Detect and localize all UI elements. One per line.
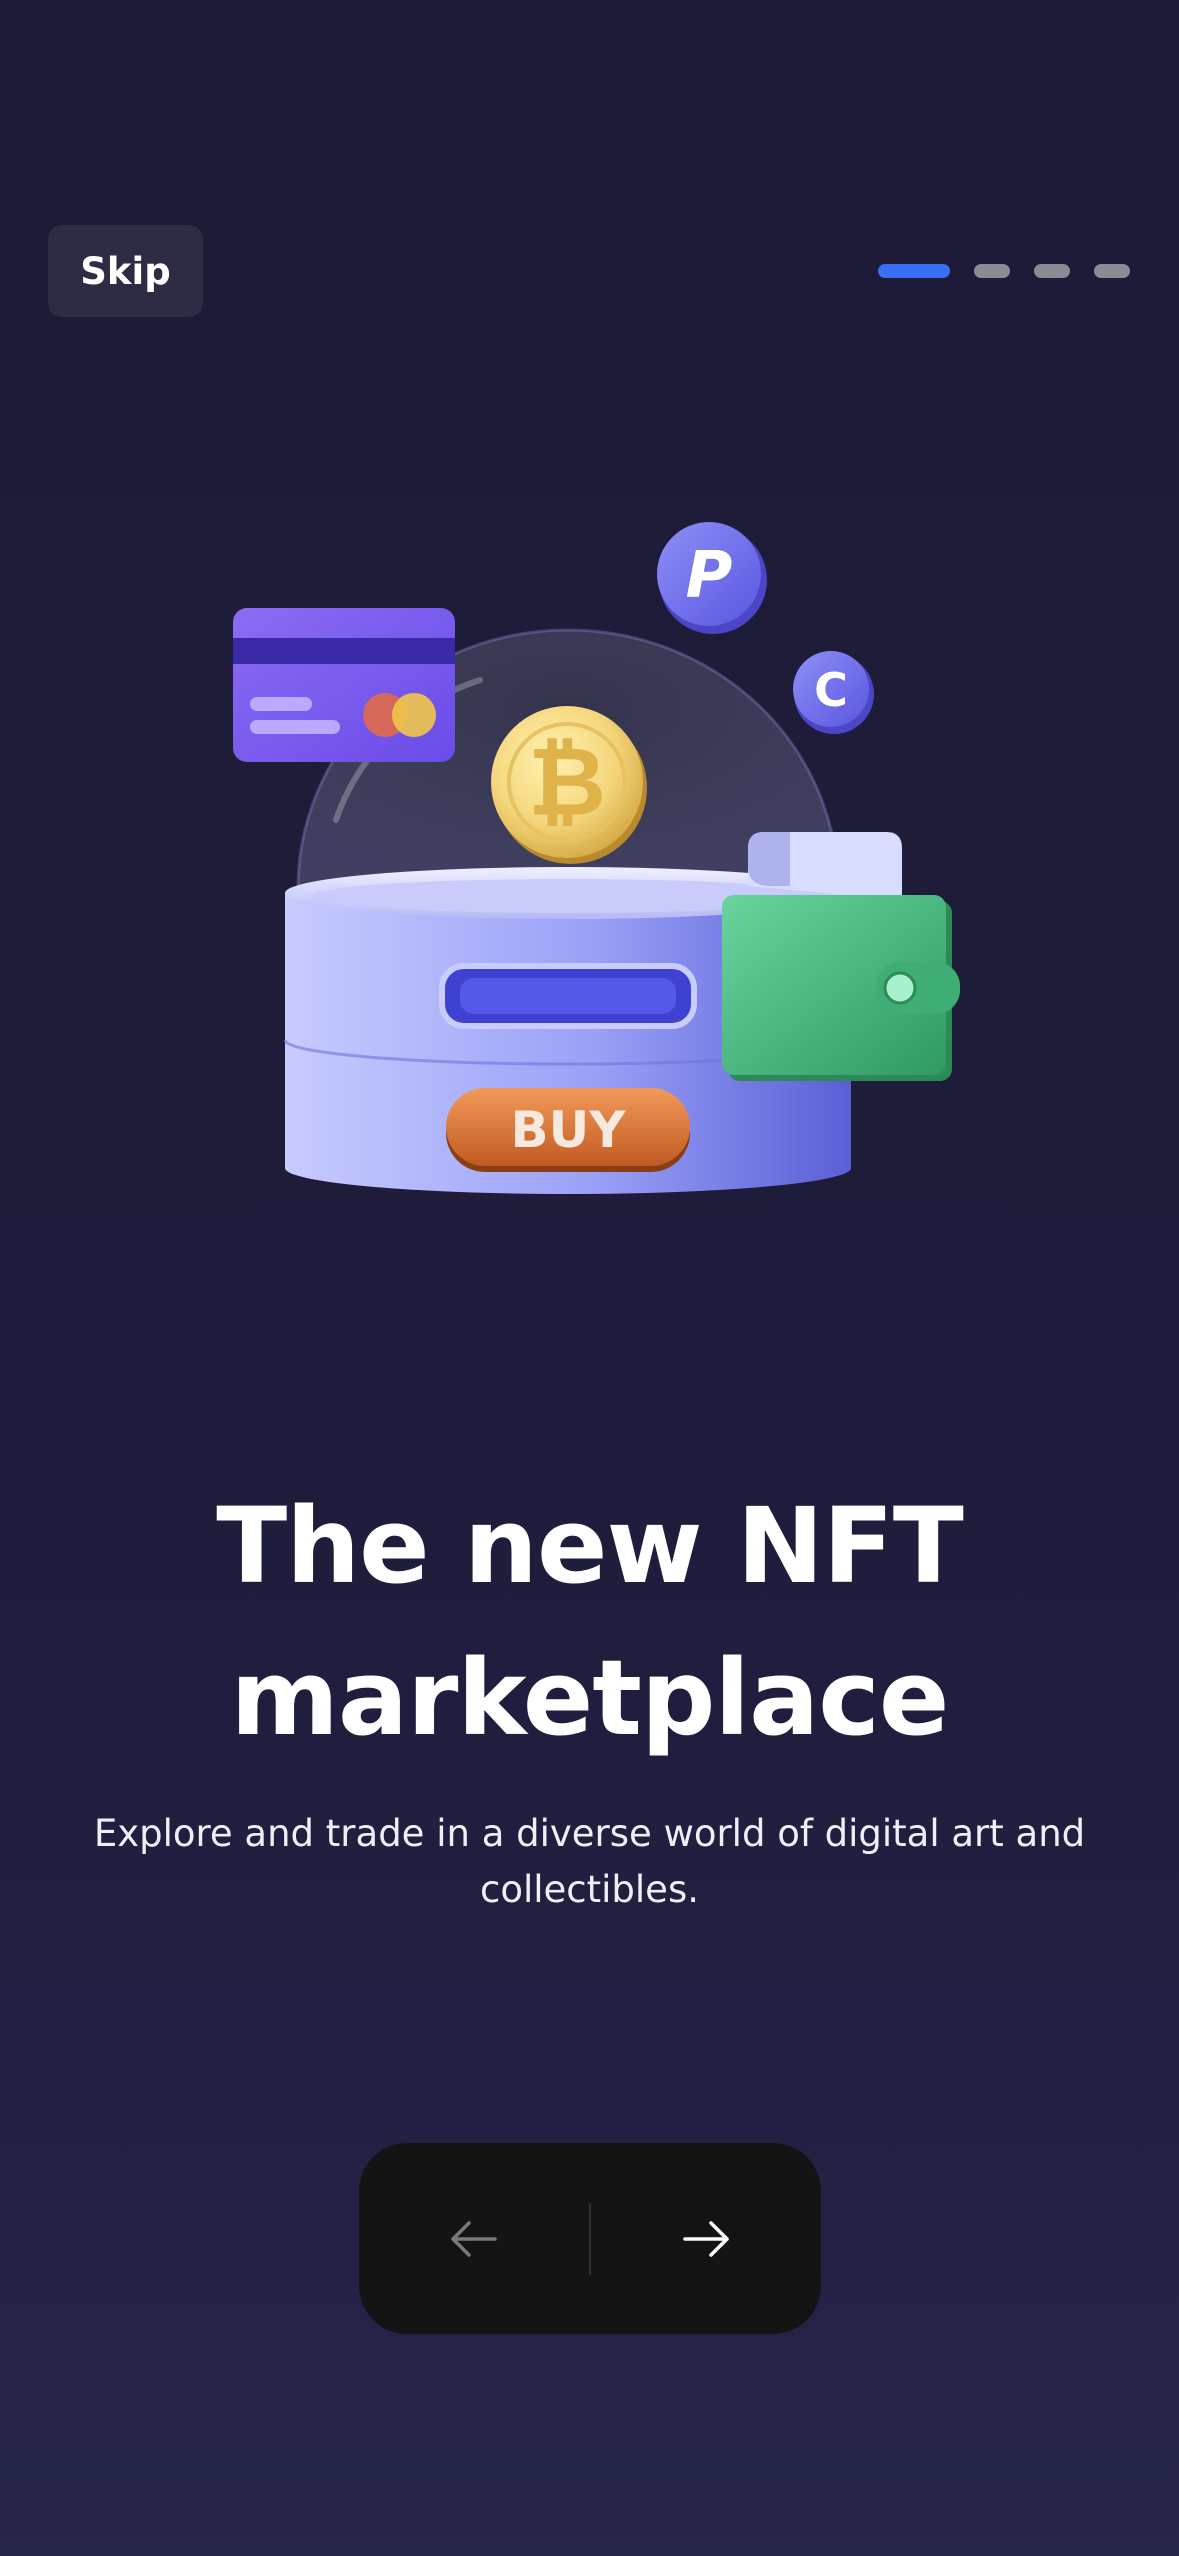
- pagination-dot-active: [878, 264, 950, 278]
- arrow-left-icon: [451, 2220, 497, 2257]
- arrow-right-icon: [683, 2220, 729, 2257]
- skip-button[interactable]: Skip: [48, 225, 203, 317]
- paypal-coin-icon: P: [657, 522, 767, 634]
- next-button[interactable]: [591, 2143, 821, 2334]
- svg-text:C: C: [814, 663, 848, 717]
- title-line-1: The new NFT: [216, 1485, 964, 1607]
- coin-c-icon: C: [793, 651, 874, 734]
- page-title: The new NFT marketplace: [0, 1470, 1179, 1774]
- wallet-icon: [722, 832, 960, 1081]
- credit-card-icon: [233, 608, 455, 762]
- buy-badge: BUY: [446, 1088, 690, 1172]
- prev-button[interactable]: [359, 2143, 589, 2334]
- buy-label: BUY: [511, 1101, 627, 1159]
- title-line-2: marketplace: [230, 1637, 950, 1759]
- pagination-dot: [974, 264, 1010, 278]
- nft-marketplace-illustration: BUY ₿ P C: [233, 522, 960, 1194]
- onboarding-nav: [359, 2143, 821, 2334]
- svg-text:P: P: [686, 539, 733, 613]
- svg-text:₿: ₿: [528, 726, 606, 838]
- page-subtitle: Explore and trade in a diverse world of …: [93, 1812, 1086, 1911]
- pagination-dot: [1094, 264, 1130, 278]
- pagination-dot: [1034, 264, 1070, 278]
- pagination-indicator: [878, 264, 1130, 278]
